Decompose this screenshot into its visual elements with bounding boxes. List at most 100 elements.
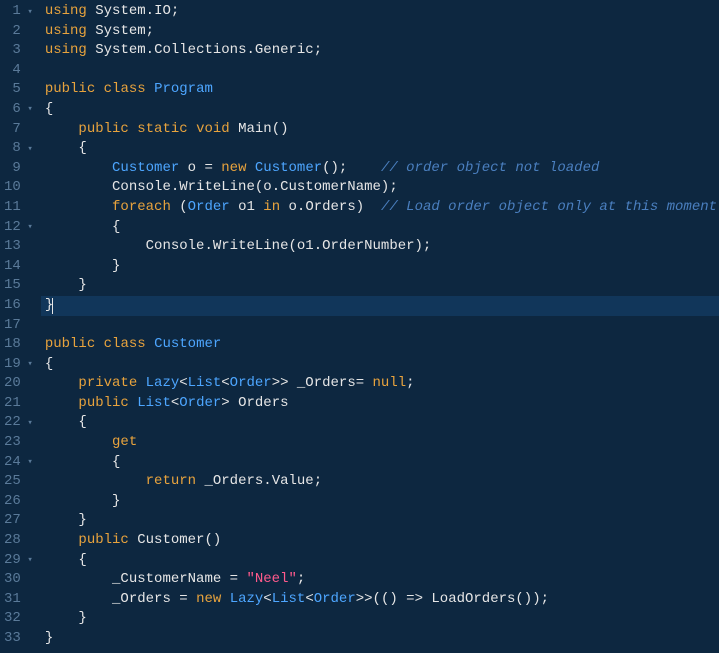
- token-txt: [45, 276, 79, 296]
- token-txt: [238, 570, 246, 590]
- token-punct: =: [356, 374, 364, 394]
- token-txt: [364, 374, 372, 394]
- code-line[interactable]: public class Program: [41, 80, 719, 100]
- code-line[interactable]: }: [41, 629, 719, 649]
- code-line[interactable]: {: [41, 413, 719, 433]
- token-cls: Console: [112, 178, 171, 198]
- code-line[interactable]: {: [41, 139, 719, 159]
- code-line[interactable]: using System;: [41, 22, 719, 42]
- token-kw: new: [221, 159, 246, 179]
- token-kw: public: [78, 120, 128, 140]
- code-line[interactable]: public class Customer: [41, 335, 719, 355]
- code-line[interactable]: }: [41, 257, 719, 277]
- token-txt: [45, 570, 112, 590]
- token-punct: <: [263, 590, 271, 610]
- token-cls: System: [95, 2, 145, 22]
- token-kw: class: [104, 335, 146, 355]
- fold-indicator-icon[interactable]: ▾: [25, 456, 33, 469]
- token-punct: }: [78, 276, 86, 296]
- code-line[interactable]: Console.WriteLine(o1.OrderNumber);: [41, 237, 719, 257]
- token-punct: ;: [314, 41, 322, 61]
- token-kw: new: [196, 590, 221, 610]
- token-type: Lazy: [230, 590, 264, 610]
- code-line[interactable]: public Customer(): [41, 531, 719, 551]
- token-txt: [87, 22, 95, 42]
- line-number: 2: [4, 22, 33, 42]
- token-punct: (): [272, 120, 289, 140]
- code-line[interactable]: }: [41, 276, 719, 296]
- fold-indicator-icon[interactable]: ▾: [25, 143, 33, 156]
- token-txt: [247, 159, 255, 179]
- code-line[interactable]: Console.WriteLine(o.CustomerName);: [41, 178, 719, 198]
- token-txt: [364, 198, 381, 218]
- token-punct: {: [78, 413, 86, 433]
- code-line[interactable]: _CustomerName = "Neel";: [41, 570, 719, 590]
- token-type: Order: [314, 590, 356, 610]
- token-cls: IO: [154, 2, 171, 22]
- token-id: CustomerName: [280, 178, 381, 198]
- token-str: "Neel": [246, 570, 296, 590]
- token-punct: .: [171, 178, 179, 198]
- token-cmt: // order object not loaded: [381, 159, 599, 179]
- code-line[interactable]: _Orders = new Lazy<List<Order>>(() => Lo…: [41, 590, 719, 610]
- token-punct: .: [263, 472, 271, 492]
- line-number: 26: [4, 492, 33, 512]
- token-type: Program: [154, 80, 213, 100]
- code-line[interactable]: foreach (Order o1 in o.Orders) // Load o…: [41, 198, 719, 218]
- code-editor[interactable]: 1▾23456▾78▾9101112▾13141516171819▾202122…: [0, 0, 719, 653]
- code-line[interactable]: [41, 61, 719, 81]
- code-line[interactable]: public List<Order> Orders: [41, 394, 719, 414]
- token-mtd: LoadOrders: [431, 590, 515, 610]
- line-number: 14: [4, 257, 33, 277]
- token-txt: [289, 374, 297, 394]
- token-punct: ;: [171, 2, 179, 22]
- token-punct: ());: [515, 590, 549, 610]
- code-line[interactable]: }: [41, 511, 719, 531]
- code-line[interactable]: {: [41, 355, 719, 375]
- token-type: Customer: [255, 159, 322, 179]
- code-line[interactable]: }: [41, 296, 719, 316]
- code-line[interactable]: Customer o = new Customer(); // order ob…: [41, 159, 719, 179]
- code-line[interactable]: {: [41, 218, 719, 238]
- fold-indicator-icon[interactable]: ▾: [25, 554, 33, 567]
- code-line[interactable]: return _Orders.Value;: [41, 472, 719, 492]
- line-number: 23: [4, 433, 33, 453]
- line-number: 20: [4, 374, 33, 394]
- token-txt: [45, 531, 79, 551]
- code-line[interactable]: {: [41, 100, 719, 120]
- token-punct: .: [204, 237, 212, 257]
- code-line[interactable]: using System.IO;: [41, 2, 719, 22]
- text-cursor: [52, 298, 53, 314]
- fold-indicator-icon[interactable]: ▾: [25, 103, 33, 116]
- code-line[interactable]: get: [41, 433, 719, 453]
- line-number: 13: [4, 237, 33, 257]
- code-area[interactable]: using System.IO;using System;using Syste…: [41, 0, 719, 653]
- token-id: _Orders: [297, 374, 356, 394]
- code-line[interactable]: using System.Collections.Generic;: [41, 41, 719, 61]
- code-line[interactable]: private Lazy<List<Order>> _Orders= null;: [41, 374, 719, 394]
- token-punct: =>: [406, 590, 423, 610]
- token-punct: .: [146, 2, 154, 22]
- code-line[interactable]: }: [41, 492, 719, 512]
- line-number: 30: [4, 570, 33, 590]
- token-txt: [45, 120, 79, 140]
- token-txt: [45, 218, 112, 238]
- code-line[interactable]: {: [41, 453, 719, 473]
- code-line[interactable]: public static void Main(): [41, 120, 719, 140]
- code-line[interactable]: {: [41, 551, 719, 571]
- fold-indicator-icon[interactable]: ▾: [25, 221, 33, 234]
- token-punct: >: [221, 394, 229, 414]
- token-kw: in: [263, 198, 280, 218]
- token-txt: [45, 374, 79, 394]
- fold-indicator-icon[interactable]: ▾: [25, 358, 33, 371]
- token-cls: Generic: [255, 41, 314, 61]
- fold-indicator-icon[interactable]: ▾: [25, 417, 33, 430]
- code-line[interactable]: }: [41, 609, 719, 629]
- line-number: 6▾: [4, 100, 33, 120]
- token-punct: }: [112, 257, 120, 277]
- fold-indicator-icon[interactable]: ▾: [25, 6, 33, 19]
- token-type: Lazy: [146, 374, 180, 394]
- token-txt: [129, 394, 137, 414]
- code-line[interactable]: [41, 316, 719, 336]
- line-number: 5: [4, 80, 33, 100]
